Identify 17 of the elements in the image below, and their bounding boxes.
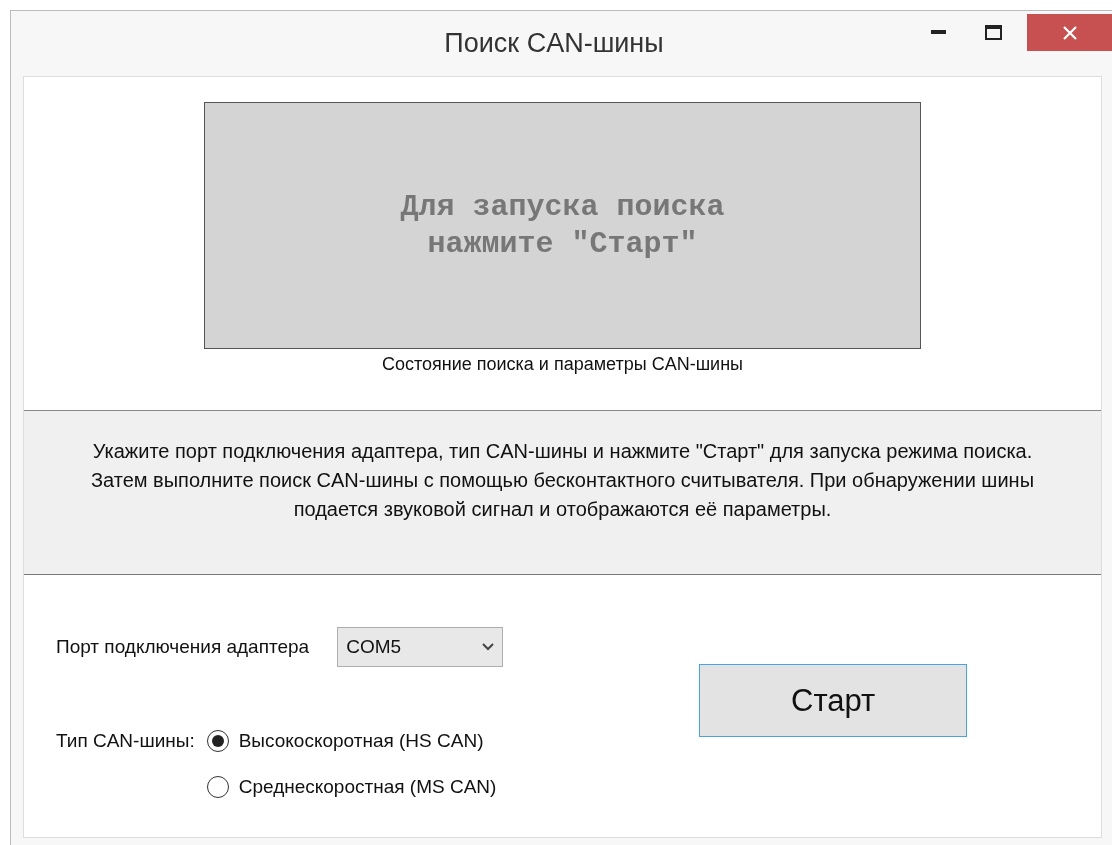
radio-button[interactable] [206, 730, 229, 752]
close-icon[interactable] [1062, 25, 1077, 40]
maximize-icon[interactable] [984, 24, 1002, 40]
display-caption: Состояние поиска и параметры CAN-шины [381, 354, 744, 375]
port-label: Порт подключения адаптера [56, 636, 310, 658]
port-dropdown[interactable]: COM5 [337, 627, 504, 667]
minimize-icon[interactable] [930, 30, 946, 34]
bus-type-label: Тип CAN-шины: [56, 729, 195, 753]
status-message: Для запуска поиска нажмите "Старт" [400, 188, 725, 263]
close-button[interactable] [1027, 14, 1112, 51]
radio-label[interactable]: Среднескоростная (MS CAN) [238, 776, 497, 798]
start-button[interactable]: Старт [699, 664, 968, 737]
window-title: Поиск CAN-шины [443, 27, 665, 59]
radio-button[interactable] [206, 776, 229, 798]
radio-label[interactable]: Высокоскоротная (HS CAN) [238, 730, 484, 752]
instructions-text: Укажите порт подключения адаптера, тип CAN-шины и нажмите "Старт" для запуска режима поиска. Затем выполните поиск CAN-шины с помощью бесконтактного считывателя. При обнаружении шины подается звуковой сигнал и отображаются её параметры. [89, 439, 1035, 522]
chevron-icon [482, 643, 495, 651]
